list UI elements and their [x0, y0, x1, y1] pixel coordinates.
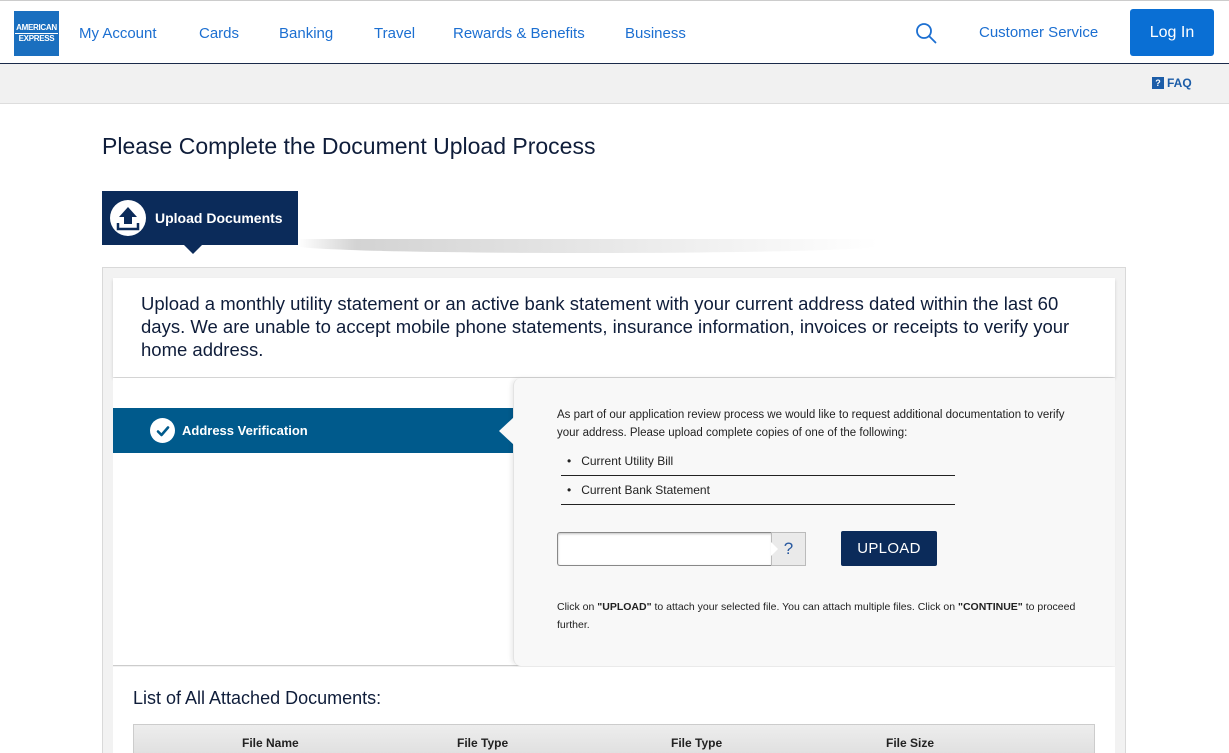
request-text: As part of our application review proces… [557, 409, 1065, 439]
login-button[interactable]: Log In [1130, 9, 1214, 56]
step-tab-pointer [184, 245, 202, 254]
column-file-name: File Name [242, 736, 299, 750]
top-navigation-bar: AMERICAN EXPRESS My Account Cards Bankin… [0, 0, 1229, 64]
hint-prefix: Click on [557, 601, 598, 613]
column-file-size: File Size [886, 736, 935, 750]
sub-header-bar: ? FAQ [0, 64, 1229, 104]
nav-my-account[interactable]: My Account [79, 25, 157, 42]
logo-text-line1: AMERICAN [15, 22, 58, 34]
hint-continue-keyword: "CONTINUE" [957, 601, 1023, 613]
amex-logo[interactable]: AMERICAN EXPRESS [14, 11, 59, 56]
address-verification-label: Address Verification [182, 423, 308, 438]
step-tab-shadow [298, 239, 878, 253]
help-question-label: ? [783, 539, 794, 558]
upload-arrow-icon [110, 200, 146, 236]
help-question-button[interactable]: ? [771, 532, 806, 566]
step-tab-upload-documents: Upload Documents [102, 191, 298, 245]
attached-documents-title: List of All Attached Documents: [133, 688, 382, 708]
nav-cards[interactable]: Cards [199, 25, 239, 42]
accepted-documents-list: Current Utility Bill Current Bank Statem… [561, 447, 955, 505]
checkmark-icon [150, 418, 175, 443]
search-icon[interactable] [915, 22, 937, 44]
nav-rewards-benefits[interactable]: Rewards & Benefits [453, 25, 585, 42]
hint-upload-keyword: "UPLOAD" [597, 601, 652, 613]
nav-banking[interactable]: Banking [279, 25, 333, 42]
upload-button[interactable]: UPLOAD [841, 531, 937, 566]
nav-business[interactable]: Business [625, 25, 686, 42]
customer-service-link[interactable]: Customer Service [979, 24, 1098, 41]
help-question-icon: ? [1152, 77, 1164, 89]
instructions-box: Upload a monthly utility statement or an… [113, 278, 1115, 377]
file-path-input[interactable] [557, 532, 772, 566]
column-file-type-2: File Type [671, 736, 723, 750]
nav-travel[interactable]: Travel [374, 25, 415, 42]
list-item-utility-bill: Current Utility Bill [561, 447, 955, 476]
faq-link[interactable]: ? FAQ [1152, 76, 1192, 90]
column-file-type: File Type [457, 736, 509, 750]
logo-text-line2: EXPRESS [18, 33, 55, 43]
instructions-text: Upload a monthly utility statement or an… [141, 293, 1070, 360]
faq-label: FAQ [1167, 76, 1192, 90]
page-title: Please Complete the Document Upload Proc… [102, 133, 596, 159]
step-tab-label: Upload Documents [155, 210, 283, 226]
hint-middle: to attach your selected file. You can at… [651, 601, 958, 613]
detail-panel-notch [499, 417, 514, 445]
attached-documents-table-header: File Name File Type File Type File Size [133, 724, 1095, 753]
list-item-bank-statement: Current Bank Statement [561, 476, 955, 505]
address-verification-item[interactable]: Address Verification [113, 408, 515, 453]
upload-hint-text: Click on "UPLOAD" to attach your selecte… [557, 598, 1105, 634]
